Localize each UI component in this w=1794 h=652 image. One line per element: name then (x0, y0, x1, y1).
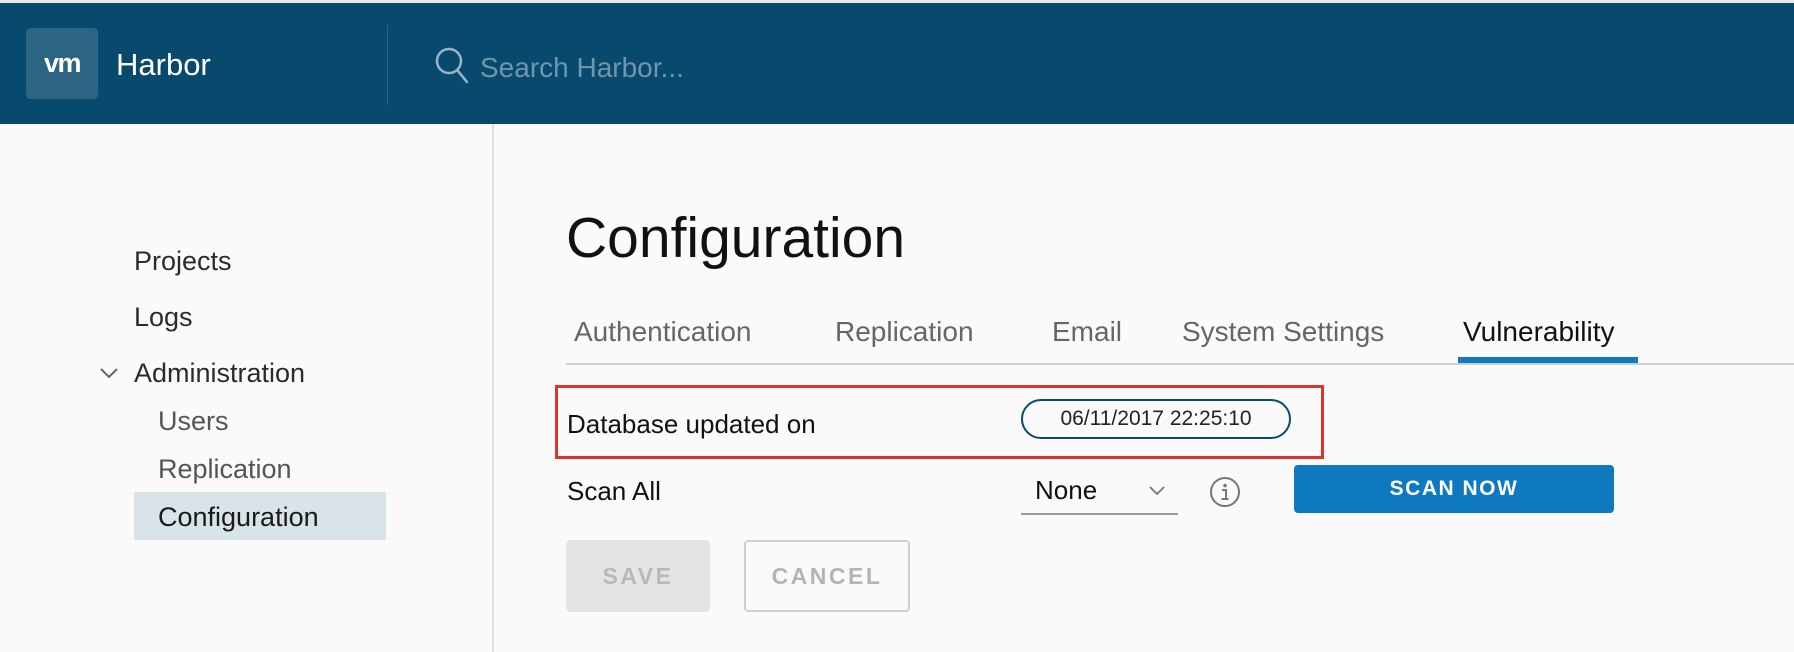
sidebar-item-projects[interactable]: Projects (134, 246, 232, 277)
scan-now-button[interactable]: SCAN NOW (1294, 465, 1614, 513)
cancel-button[interactable]: CANCEL (744, 540, 910, 612)
chevron-down-icon[interactable] (99, 366, 119, 380)
sidebar-item-logs[interactable]: Logs (134, 302, 193, 333)
vmware-logo: vm (26, 28, 98, 99)
search-icon[interactable] (434, 46, 470, 86)
database-updated-label: Database updated on (567, 409, 816, 439)
chevron-down-icon (1149, 486, 1165, 496)
app-name: Harbor (116, 47, 211, 82)
tab-vulnerability[interactable]: Vulnerability (1455, 308, 1622, 361)
sidebar-item-configuration[interactable]: Configuration (158, 502, 319, 533)
tab-authentication[interactable]: Authentication (566, 308, 759, 361)
tab-system-settings[interactable]: System Settings (1174, 308, 1392, 361)
tab-replication[interactable]: Replication (827, 308, 982, 361)
scan-all-label: Scan All (567, 476, 661, 506)
save-button[interactable]: SAVE (566, 540, 710, 612)
search-input[interactable] (480, 49, 1080, 87)
sidebar-item-users[interactable]: Users (158, 406, 229, 437)
active-tab-indicator (1458, 357, 1638, 363)
page-title: Configuration (566, 206, 906, 270)
sidebar-item-replication[interactable]: Replication (158, 454, 292, 485)
scan-all-selected-value: None (1035, 475, 1098, 505)
header-divider (387, 25, 388, 105)
tab-email[interactable]: Email (1044, 308, 1130, 361)
sidebar-divider (492, 124, 494, 652)
app-header: vm Harbor (0, 3, 1794, 124)
database-updated-timestamp: 06/11/2017 22:25:10 (1021, 399, 1291, 439)
scan-all-select[interactable]: None (1021, 467, 1178, 515)
info-icon[interactable] (1209, 476, 1241, 508)
sidebar-item-administration[interactable]: Administration (134, 358, 305, 389)
